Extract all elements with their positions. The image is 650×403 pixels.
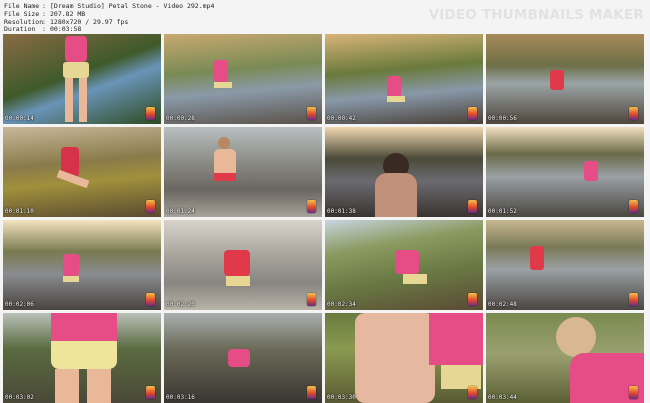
file-info-header: File Name : [Dream Studio] Petal Stone -… [4, 2, 214, 34]
timestamp: 00:01:52 [488, 208, 517, 215]
studio-logo [146, 200, 155, 213]
timestamp: 00:00:14 [5, 115, 34, 122]
timestamp: 00:01:38 [327, 208, 356, 215]
studio-logo [629, 293, 638, 306]
thumbnail[interactable]: 00:03:16 [164, 313, 322, 403]
timestamp: 00:02:20 [166, 301, 195, 308]
timestamp: 00:03:44 [488, 394, 517, 401]
thumbnail[interactable]: 00:02:06 [3, 220, 161, 310]
thumbnail[interactable]: 00:01:38 [325, 127, 483, 217]
studio-logo [629, 386, 638, 399]
thumbnail[interactable]: 00:00:28 [164, 34, 322, 124]
timestamp: 00:00:28 [166, 115, 195, 122]
timestamp: 00:01:10 [5, 208, 34, 215]
studio-logo [307, 200, 316, 213]
timestamp: 00:00:42 [327, 115, 356, 122]
thumbnail[interactable]: 00:02:34 [325, 220, 483, 310]
thumbnail[interactable]: 00:03:02 [3, 313, 161, 403]
studio-logo [629, 107, 638, 120]
timestamp: 00:03:02 [5, 394, 34, 401]
studio-logo [307, 386, 316, 399]
studio-logo [468, 386, 477, 399]
thumbnail[interactable]: 00:01:52 [486, 127, 644, 217]
studio-logo [307, 293, 316, 306]
timestamp: 00:02:34 [327, 301, 356, 308]
resolution-row: Resolution : 1280x720 / 29.97 fps [4, 18, 214, 27]
studio-logo [307, 107, 316, 120]
studio-logo [146, 107, 155, 120]
studio-logo [146, 386, 155, 399]
timestamp: 00:01:24 [166, 208, 195, 215]
thumbnail[interactable]: 00:00:42 [325, 34, 483, 124]
thumbnail[interactable]: 00:00:14 [3, 34, 161, 124]
studio-logo [468, 293, 477, 306]
thumbnail[interactable]: 00:03:30 [325, 313, 483, 403]
thumbnail[interactable]: 00:03:44 [486, 313, 644, 403]
thumbnail[interactable]: 00:01:10 [3, 127, 161, 217]
timestamp: 00:03:16 [166, 394, 195, 401]
thumbnail[interactable]: 00:01:24 [164, 127, 322, 217]
watermark: VIDEO THUMBNAILS MAKER [428, 7, 644, 23]
timestamp: 00:02:06 [5, 301, 34, 308]
studio-logo [146, 293, 155, 306]
studio-logo [468, 107, 477, 120]
studio-logo [629, 200, 638, 213]
studio-logo [468, 200, 477, 213]
timestamp: 00:02:48 [488, 301, 517, 308]
timestamp: 00:00:56 [488, 115, 517, 122]
thumbnail[interactable]: 00:02:20 [164, 220, 322, 310]
timestamp: 00:03:30 [327, 394, 356, 401]
thumbnail[interactable]: 00:02:48 [486, 220, 644, 310]
thumbnail[interactable]: 00:00:56 [486, 34, 644, 124]
